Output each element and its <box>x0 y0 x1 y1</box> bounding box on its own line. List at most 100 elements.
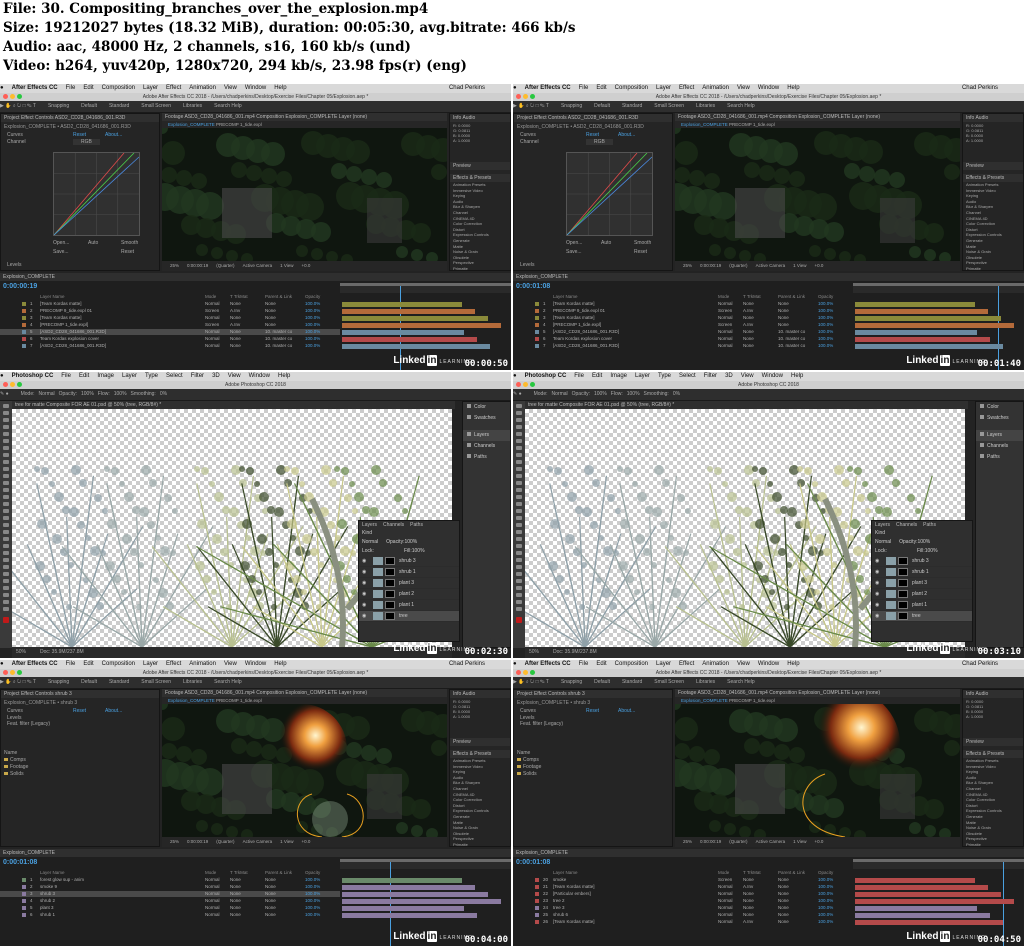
tool-icon[interactable] <box>3 418 9 422</box>
visibility-eye-icon[interactable]: ◉ <box>362 589 366 599</box>
layer-opacity[interactable]: 100.0% <box>818 898 833 904</box>
layer-name[interactable]: shrub 3 <box>40 891 55 897</box>
layer-duration-bar[interactable] <box>342 302 462 307</box>
tool-icon[interactable] <box>516 439 522 443</box>
footage-tab[interactable]: Footage ASD3_CD28_041686_001.mp4 <box>165 690 255 696</box>
layer-parent[interactable]: None <box>778 877 789 883</box>
timeline-tab[interactable]: Explosion_COMPLETE <box>513 849 1024 857</box>
viewer-control-5[interactable]: +0.0 <box>302 839 311 844</box>
option-7[interactable]: 0% <box>673 391 680 397</box>
layer-opacity[interactable]: 100.0% <box>305 905 320 911</box>
tool-icon[interactable] <box>516 502 522 506</box>
menu-help[interactable]: Help <box>787 660 799 669</box>
minimize-window-icon[interactable] <box>10 382 15 387</box>
tool-icon[interactable] <box>516 411 522 415</box>
composition-tab-bar[interactable]: Footage ASD3_CD28_041686_001.mp4 Composi… <box>675 113 960 121</box>
menu-file[interactable]: File <box>66 660 76 669</box>
layer-mode[interactable]: Normal <box>205 301 220 307</box>
tool-icon[interactable] <box>516 593 522 597</box>
tool-icon[interactable] <box>3 600 9 604</box>
timeline-tab[interactable]: Explosion_COMPLETE <box>0 273 511 281</box>
tool-icon[interactable] <box>516 481 522 485</box>
layer-opacity[interactable]: 100.0% <box>305 315 320 321</box>
workspace-small-screen[interactable]: Small Screen <box>654 103 684 109</box>
layer-mode[interactable]: Normal <box>205 912 220 918</box>
effects-presets-tab[interactable]: Effects & Presets <box>450 750 510 758</box>
layer-name[interactable]: Team Kordas explosion cover <box>40 336 99 342</box>
minimize-window-icon[interactable] <box>10 670 15 675</box>
panel-paths[interactable]: Paths <box>976 452 1023 463</box>
layer-name[interactable]: [ASD2_CD28_041686_001.R3D] <box>40 343 106 349</box>
menu-window[interactable]: Window <box>245 84 266 93</box>
tool-icon[interactable] <box>516 607 522 611</box>
tool-icon[interactable] <box>3 530 9 534</box>
apple-icon[interactable]: ● <box>0 84 4 93</box>
layer-parent[interactable]: None <box>778 315 789 321</box>
footage-tab[interactable]: Footage ASD3_CD28_041686_001.mp4 <box>678 690 768 696</box>
curves-save-button[interactable]: Save... <box>53 249 69 255</box>
menu-composition[interactable]: Composition <box>102 660 135 669</box>
current-timecode[interactable]: 0:00:00:19 <box>3 283 37 290</box>
layer-trkmat[interactable]: None <box>743 898 754 904</box>
layer-duration-bar[interactable] <box>342 344 490 349</box>
composition-tab-bar[interactable]: Footage ASD3_CD28_041686_001.mp4 Composi… <box>162 689 447 697</box>
opacity-value[interactable]: 100% <box>917 539 930 545</box>
tool-icon[interactable] <box>516 404 522 408</box>
layer-row[interactable]: ◉ shrub 3 <box>359 556 459 567</box>
minimize-window-icon[interactable] <box>523 94 528 99</box>
audio-tab[interactable]: Audio <box>975 115 988 121</box>
tool-icon[interactable] <box>516 544 522 548</box>
current-timecode[interactable]: 0:00:01:08 <box>3 859 37 866</box>
project-item-name[interactable]: Name <box>514 750 574 757</box>
layer-parent[interactable]: None <box>778 912 789 918</box>
layer-row[interactable]: 2 PRECOMP 9_tide.expl 01 Screen A.Inv None 10… <box>0 308 340 314</box>
layer-mode[interactable]: Screen <box>205 308 219 314</box>
effect-category[interactable]: Primatte <box>966 842 1023 846</box>
layer-duration-bar[interactable] <box>855 337 990 342</box>
workspace-small-screen[interactable]: Small Screen <box>141 679 171 685</box>
filter-kind[interactable]: Kind <box>362 530 372 536</box>
layers-tab-bar[interactable]: Layers Channels Paths <box>359 521 459 529</box>
layer-parent[interactable]: 10. master co <box>265 329 292 335</box>
viewer-control-5[interactable]: +0.0 <box>815 839 824 844</box>
layer-row[interactable]: ◉ tree <box>359 611 459 622</box>
menu-window[interactable]: Window <box>758 84 779 93</box>
close-window-icon[interactable] <box>516 382 521 387</box>
layer-mode[interactable]: Normal <box>205 343 220 349</box>
viewer-control-4[interactable]: 1 View <box>793 839 806 844</box>
comp-name[interactable]: Explosion_COMPLETE <box>681 698 728 703</box>
option-5[interactable]: 100% <box>114 391 127 397</box>
tool-icon[interactable] <box>516 509 522 513</box>
apple-icon[interactable]: ● <box>513 660 517 669</box>
document-title[interactable]: tree for matte Composite FOR AE 01.psd @… <box>528 402 674 408</box>
app-menu[interactable]: Photoshop CC <box>525 372 567 381</box>
menu-file[interactable]: File <box>579 660 589 669</box>
composition-tab[interactable]: Composition Explosion_COMPLETE <box>256 690 337 696</box>
layer-trkmat[interactable]: None <box>230 336 241 342</box>
effect-controls-tab[interactable]: Project Effect Controls shrub 3 <box>514 690 672 698</box>
layer-duration-bar[interactable] <box>855 892 1001 897</box>
layer-row[interactable]: ◉ shrub 1 <box>359 567 459 578</box>
menu-animation[interactable]: Animation <box>702 660 729 669</box>
layer-trkmat[interactable]: None <box>743 905 754 911</box>
precomp-name[interactable]: PRECOMP 1_tide.expl <box>729 698 775 703</box>
layer-duration-bar[interactable] <box>855 309 988 314</box>
search-help-field[interactable]: Search Help <box>727 679 755 685</box>
workspace-small-screen[interactable]: Small Screen <box>141 103 171 109</box>
option-2[interactable]: Opacity: <box>59 391 77 397</box>
tool-icon[interactable] <box>516 523 522 527</box>
foreground-color-swatch[interactable] <box>516 617 522 623</box>
layer-row[interactable]: ◉ shrub 3 <box>872 556 972 567</box>
tool-icon[interactable] <box>516 516 522 520</box>
layer-row[interactable]: 21 [Team Kordas matte] Normal A.Inv None 100.… <box>513 884 853 890</box>
layer-trkmat[interactable]: None <box>230 905 241 911</box>
effect-controls-title[interactable]: Effect Controls shrub 3 <box>21 691 72 697</box>
tool-icon[interactable] <box>516 425 522 429</box>
layer-parent[interactable]: None <box>265 891 276 897</box>
menu-filter[interactable]: Filter <box>704 372 717 381</box>
project-item-footage[interactable]: Footage <box>514 764 574 771</box>
layer-mode[interactable]: Normal <box>205 329 220 335</box>
snapping-toggle[interactable]: Snapping <box>48 103 69 109</box>
tool-icon[interactable] <box>516 446 522 450</box>
curves-auto-button[interactable]: Auto <box>88 240 98 246</box>
